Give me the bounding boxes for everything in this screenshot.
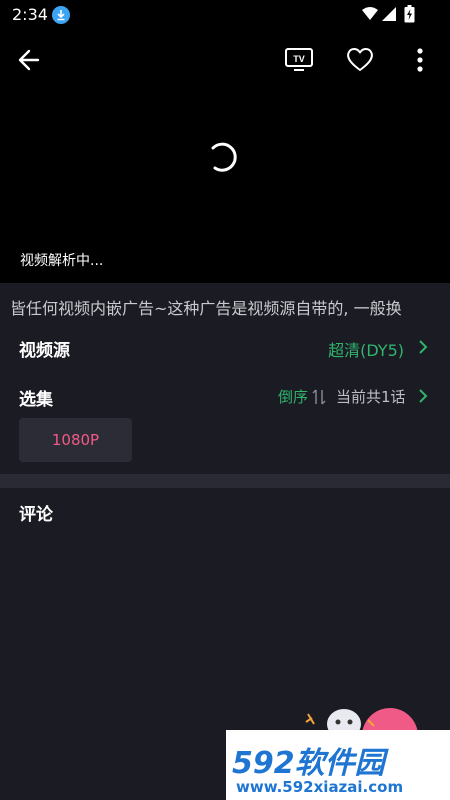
sort-button[interactable]: 倒序 (278, 386, 326, 407)
video-source-row[interactable]: 视频源 超清(DY5) (0, 328, 450, 368)
episode-chip[interactable]: 1080P (19, 418, 132, 462)
tv-cast-label: TV (293, 54, 305, 64)
more-vertical-icon[interactable] (410, 45, 430, 75)
heart-icon[interactable] (345, 45, 375, 73)
loading-text: 视频解析中... (20, 253, 104, 269)
sort-label: 倒序 (278, 388, 309, 406)
download-icon (52, 6, 70, 24)
status-bar: 2:34 (0, 0, 450, 30)
episode-title: 选集 (19, 390, 53, 410)
section-divider (0, 474, 450, 488)
video-player[interactable]: 2:34 TV 视频解析中... (0, 0, 450, 283)
watermark-brand: 592软件园 (232, 746, 385, 781)
player-top-bar: TV (0, 40, 450, 80)
status-time: 2:34 (12, 5, 48, 24)
sort-arrows-icon (312, 389, 326, 404)
comments-title: 评论 (19, 505, 53, 525)
chevron-right-icon[interactable] (418, 388, 428, 404)
battery-charging-icon (404, 5, 415, 23)
tv-cast-icon[interactable]: TV (284, 46, 314, 72)
episode-total-label[interactable]: 当前共1话 (336, 386, 406, 407)
signal-icon (382, 7, 396, 21)
back-arrow-icon[interactable] (14, 46, 46, 74)
episode-row: 选集 倒序 当前共1话 (0, 377, 450, 417)
video-source-value[interactable]: 超清(DY5) (328, 337, 404, 361)
notice-text: 皆任何视频内嵌广告~这种广告是视频源自带的, 一般换 (10, 299, 402, 318)
episode-chip-label: 1080P (51, 431, 100, 449)
chevron-right-icon[interactable] (418, 339, 428, 355)
watermark-logo: 592软件园 www.592xiazai.com (226, 730, 450, 800)
loading-spinner-icon (211, 142, 237, 172)
wifi-icon (362, 7, 378, 20)
watermark-url: www.592xiazai.com (236, 778, 404, 796)
notice-marquee: 皆任何视频内嵌广告~这种广告是视频源自带的, 一般换 (0, 283, 450, 327)
video-source-title: 视频源 (19, 341, 70, 361)
